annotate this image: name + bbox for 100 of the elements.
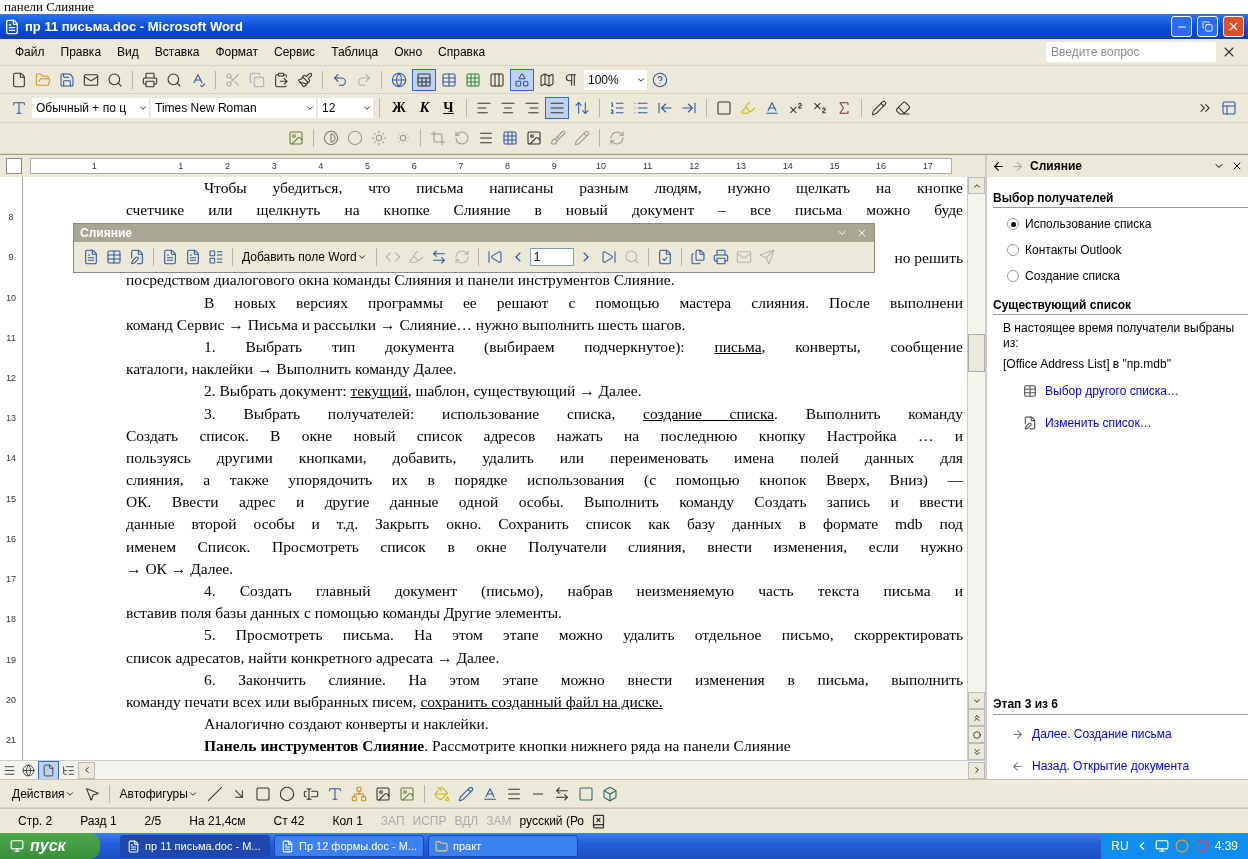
spreadsheet-icon[interactable] <box>465 71 481 88</box>
menu-item[interactable]: Вставка <box>147 43 207 61</box>
radio-button[interactable] <box>1007 218 1019 230</box>
autoshapes-menu-button[interactable]: Автофигуры <box>115 784 202 803</box>
new-document-icon[interactable] <box>11 71 27 88</box>
web-view-icon[interactable] <box>22 763 35 777</box>
menu-item[interactable]: Файл <box>8 43 52 61</box>
close-button[interactable] <box>1223 16 1244 37</box>
menu-item[interactable]: Правка <box>53 43 109 61</box>
fill-color-icon[interactable] <box>433 785 450 802</box>
previous-step-link[interactable]: Назад. Открытие документа <box>993 753 1248 779</box>
browse-object-button[interactable] <box>968 726 985 743</box>
oval-icon[interactable] <box>278 785 295 802</box>
globe-icon[interactable] <box>391 71 407 88</box>
radio-button[interactable] <box>1007 270 1019 282</box>
edit-document-icon[interactable] <box>129 249 145 265</box>
tab-selector[interactable] <box>6 158 22 174</box>
network-icon[interactable] <box>1154 839 1169 853</box>
help-search-field[interactable]: Введите вопрос <box>1046 42 1216 62</box>
help-icon[interactable] <box>652 71 668 88</box>
swap-arrows-icon[interactable] <box>430 249 447 265</box>
menu-item[interactable]: Сервис <box>267 43 323 61</box>
document-map-icon[interactable] <box>539 71 555 88</box>
record-field[interactable]: 1 <box>529 248 574 266</box>
format-painter-icon[interactable] <box>297 71 313 88</box>
contrast-icon[interactable] <box>323 130 339 146</box>
table-icon[interactable] <box>441 71 457 88</box>
table-icon[interactable] <box>106 249 122 265</box>
styles-icon[interactable] <box>11 100 27 116</box>
decrease-indent-icon[interactable] <box>656 100 673 116</box>
subscript-icon[interactable] <box>811 100 828 116</box>
format-picture-icon[interactable] <box>550 130 566 146</box>
align-center-icon[interactable] <box>499 100 516 116</box>
back-arrow-icon[interactable] <box>992 159 1005 173</box>
document-icon[interactable] <box>83 249 99 265</box>
scrollbar-thumb[interactable] <box>968 334 985 372</box>
menu-item[interactable]: Вид <box>110 43 146 61</box>
align-left-icon[interactable] <box>475 100 492 116</box>
print-view-button[interactable] <box>38 760 59 780</box>
radio-option[interactable]: Использование списка <box>993 214 1248 234</box>
line-color-icon[interactable] <box>457 785 474 802</box>
radio-option[interactable]: Создание списка <box>993 266 1248 286</box>
list-icon[interactable] <box>208 249 224 265</box>
menu-item[interactable]: Формат <box>208 43 266 61</box>
font-color-icon[interactable] <box>481 785 498 802</box>
radio-button[interactable] <box>1007 244 1019 256</box>
scroll-right-button[interactable] <box>968 761 985 779</box>
text-wrap-icon[interactable] <box>526 130 542 146</box>
next-page-button[interactable] <box>968 743 985 760</box>
minimize-button[interactable] <box>1171 16 1192 37</box>
3d-icon[interactable] <box>601 785 618 802</box>
font-size-dropdown[interactable]: 12 <box>318 98 373 118</box>
documents-icon[interactable] <box>689 249 706 265</box>
pointer-icon[interactable] <box>83 785 100 802</box>
document-icon[interactable] <box>185 249 201 265</box>
zoom-dropdown[interactable]: 100% <box>584 69 647 90</box>
bulleted-list-icon[interactable] <box>632 100 649 116</box>
style-dropdown[interactable]: Обычный + по ц <box>32 98 149 118</box>
search-icon[interactable] <box>107 71 123 88</box>
last-record-icon[interactable] <box>600 249 617 265</box>
taskbar-button[interactable]: пр 11 письма.doc - M... <box>120 835 270 857</box>
underline-button[interactable]: Ч <box>437 100 460 116</box>
spelling-icon[interactable] <box>190 71 206 88</box>
taskbar-button[interactable]: Пр 12 формы.doc - M... <box>274 835 424 857</box>
task-pane-icon[interactable] <box>1221 100 1237 116</box>
superscript-icon[interactable] <box>787 100 804 116</box>
normal-view-icon[interactable] <box>3 763 16 777</box>
next-step-link[interactable]: Далее. Создание письма <box>993 721 1248 747</box>
radio-option[interactable]: Контакты Outlook <box>993 240 1248 260</box>
font-dropdown[interactable]: Times New Roman <box>151 98 316 118</box>
eraser-icon[interactable] <box>894 100 911 116</box>
document-icon[interactable] <box>162 249 178 265</box>
text-box-icon[interactable] <box>302 785 319 802</box>
line-spacing-icon[interactable] <box>573 100 590 116</box>
arrow-style-icon[interactable] <box>553 785 570 802</box>
restore-button[interactable] <box>1197 16 1218 37</box>
printer-icon[interactable] <box>142 71 158 88</box>
clip-art-icon[interactable] <box>374 785 391 802</box>
undo-icon[interactable] <box>332 71 348 88</box>
printer-icon[interactable] <box>712 249 729 265</box>
wordart-icon[interactable] <box>326 785 343 802</box>
save-icon[interactable] <box>59 71 75 88</box>
numbered-list-icon[interactable] <box>608 100 625 116</box>
actions-menu-button[interactable]: Действия <box>8 784 79 803</box>
italic-button[interactable]: К <box>413 100 436 116</box>
outline-view-icon[interactable] <box>62 763 75 777</box>
justify-button[interactable] <box>544 97 569 119</box>
taskbar-button[interactable]: практ <box>428 835 578 857</box>
menu-item[interactable]: Окно <box>387 43 430 61</box>
line-icon[interactable] <box>206 785 223 802</box>
rectangle-icon[interactable] <box>254 785 271 802</box>
print-preview-icon[interactable] <box>166 71 182 88</box>
document-check-icon[interactable] <box>656 249 673 265</box>
menu-item[interactable]: Справка <box>431 43 493 61</box>
compress-icon[interactable] <box>502 130 518 146</box>
task-link[interactable]: Выбор другого списка… <box>993 378 1248 404</box>
line-style-icon[interactable] <box>478 130 494 146</box>
align-right-icon[interactable] <box>523 100 540 116</box>
picture-icon[interactable] <box>398 785 415 802</box>
drawing-button[interactable] <box>510 68 534 91</box>
